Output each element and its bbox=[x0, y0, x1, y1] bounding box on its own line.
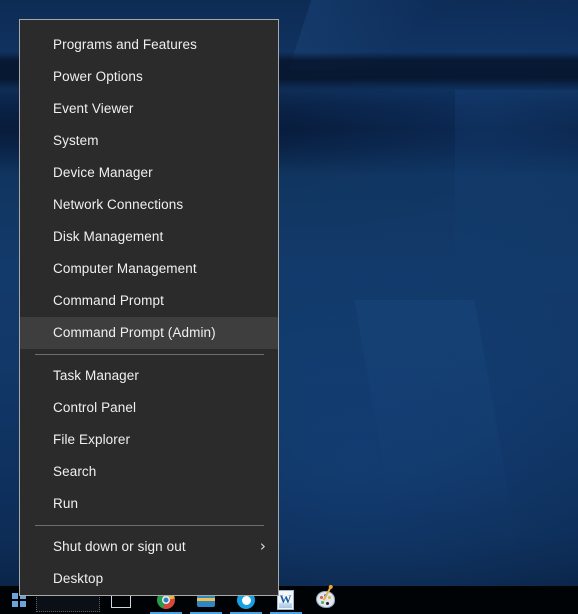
menu-group-admin-tools: Programs and Features Power Options Even… bbox=[20, 29, 278, 349]
menu-item-label: Command Prompt bbox=[53, 293, 164, 308]
menu-item-label: Device Manager bbox=[53, 165, 153, 180]
menu-item-label: Control Panel bbox=[53, 400, 137, 415]
menu-item-shut-down-or-sign-out[interactable]: Shut down or sign out › bbox=[20, 531, 278, 563]
winx-power-user-menu: Programs and Features Power Options Even… bbox=[19, 19, 279, 596]
menu-item-device-manager[interactable]: Device Manager bbox=[20, 157, 278, 189]
menu-separator bbox=[35, 525, 264, 526]
menu-item-command-prompt[interactable]: Command Prompt bbox=[20, 285, 278, 317]
menu-item-control-panel[interactable]: Control Panel bbox=[20, 392, 278, 424]
menu-group-system-tools: Task Manager Control Panel File Explorer… bbox=[20, 360, 278, 520]
menu-item-disk-management[interactable]: Disk Management bbox=[20, 221, 278, 253]
menu-item-system[interactable]: System bbox=[20, 125, 278, 157]
menu-item-programs-and-features[interactable]: Programs and Features bbox=[20, 29, 278, 61]
menu-item-power-options[interactable]: Power Options bbox=[20, 61, 278, 93]
menu-item-label: Programs and Features bbox=[53, 37, 197, 52]
screen: Programs and Features Power Options Even… bbox=[0, 0, 578, 614]
menu-item-desktop[interactable]: Desktop bbox=[20, 563, 278, 595]
menu-item-computer-management[interactable]: Computer Management bbox=[20, 253, 278, 285]
menu-item-label: Event Viewer bbox=[53, 101, 134, 116]
menu-item-label: Shut down or sign out bbox=[53, 539, 186, 554]
taskbar-icon-paint[interactable] bbox=[306, 586, 346, 614]
menu-item-label: Computer Management bbox=[53, 261, 197, 276]
menu-item-label: Command Prompt (Admin) bbox=[53, 325, 216, 340]
menu-item-task-manager[interactable]: Task Manager bbox=[20, 360, 278, 392]
menu-item-label: Power Options bbox=[53, 69, 143, 84]
menu-item-label: File Explorer bbox=[53, 432, 131, 447]
menu-item-label: Disk Management bbox=[53, 229, 164, 244]
wallpaper-streak bbox=[455, 90, 578, 290]
menu-item-search[interactable]: Search bbox=[20, 456, 278, 488]
chevron-right-icon: › bbox=[259, 537, 266, 555]
menu-item-label: System bbox=[53, 133, 99, 148]
menu-item-file-explorer[interactable]: File Explorer bbox=[20, 424, 278, 456]
menu-item-network-connections[interactable]: Network Connections bbox=[20, 189, 278, 221]
menu-item-label: Search bbox=[53, 464, 97, 479]
menu-group-session: Shut down or sign out › Desktop bbox=[20, 531, 278, 595]
menu-item-label: Desktop bbox=[53, 571, 104, 586]
menu-item-label: Network Connections bbox=[53, 197, 184, 212]
menu-item-label: Task Manager bbox=[53, 368, 139, 383]
menu-item-label: Run bbox=[53, 496, 79, 511]
menu-item-event-viewer[interactable]: Event Viewer bbox=[20, 93, 278, 125]
wallpaper-streak bbox=[354, 300, 526, 590]
menu-item-run[interactable]: Run bbox=[20, 488, 278, 520]
task-view-icon bbox=[111, 595, 131, 608]
menu-item-command-prompt-admin[interactable]: Command Prompt (Admin) bbox=[20, 317, 278, 349]
menu-separator bbox=[35, 354, 264, 355]
word-icon bbox=[277, 590, 294, 610]
